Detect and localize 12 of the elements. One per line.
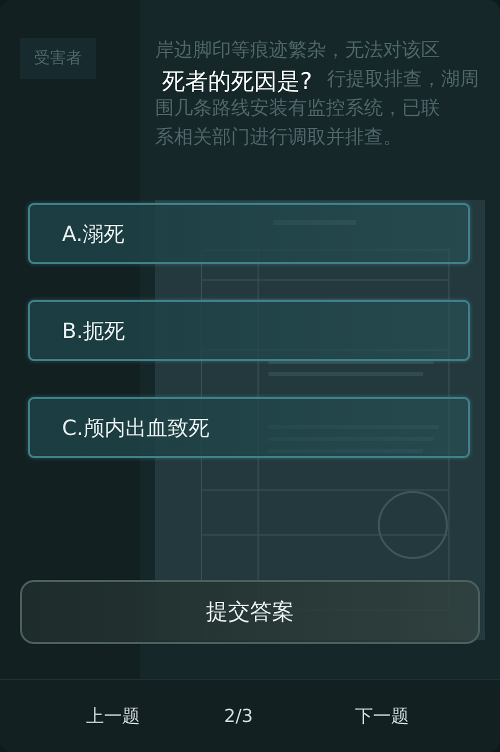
answer-option[interactable]: A.溺死 <box>28 203 470 264</box>
question-text: 死者的死因是? <box>162 68 312 97</box>
answer-option[interactable]: B.扼死 <box>28 300 470 361</box>
background-text-line: 行提取排查，湖周 <box>327 67 479 92</box>
answer-option[interactable]: C.颅内出血致死 <box>28 397 470 458</box>
submit-answer-button[interactable]: 提交答案 <box>20 580 480 644</box>
previous-question-button[interactable]: 上一题 <box>86 704 140 728</box>
next-question-button[interactable]: 下一题 <box>354 704 409 728</box>
background-text-line: 岸边脚印等痕迹繁杂，无法对该区 <box>155 38 440 63</box>
page-indicator: 2/3 <box>224 706 253 727</box>
background-text-line: 系相关部门进行调取并排查。 <box>155 125 402 150</box>
background-text-line: 围几条路线安装有监控系统，已联 <box>155 96 440 121</box>
